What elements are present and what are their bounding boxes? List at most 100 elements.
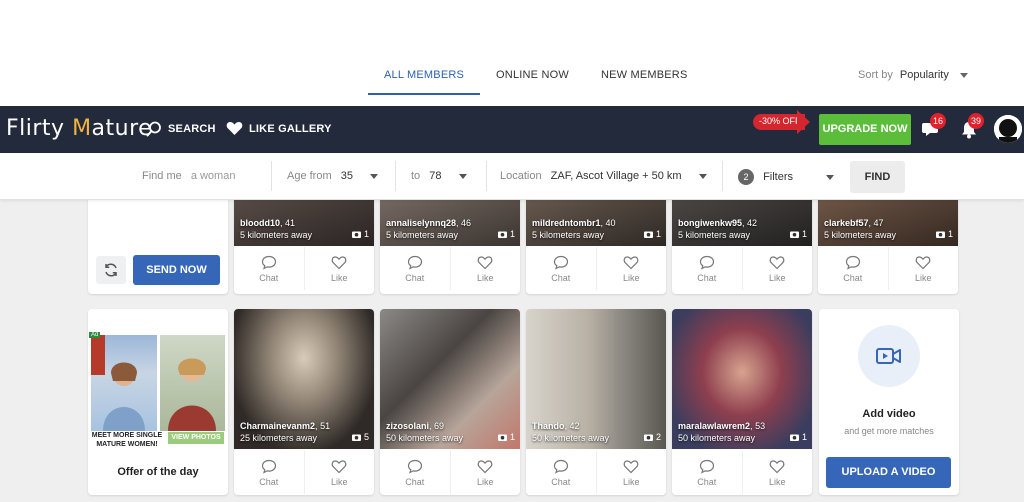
photo-count: 1 bbox=[789, 229, 807, 239]
camera-icon bbox=[643, 434, 653, 441]
chevron-down-icon bbox=[370, 173, 379, 179]
photo-count: 1 bbox=[643, 229, 661, 239]
logo[interactable]: Flirty Mature bbox=[6, 116, 152, 141]
woman-photo-icon bbox=[91, 335, 145, 431]
add-video-title: Add video bbox=[862, 408, 916, 420]
upgrade-now-button[interactable]: UPGRADE NOW bbox=[819, 114, 911, 145]
avatar[interactable] bbox=[994, 115, 1022, 143]
find-button[interactable]: FIND bbox=[850, 161, 905, 193]
like-button[interactable]: Like bbox=[303, 247, 375, 290]
tab-online-now[interactable]: ONLINE NOW bbox=[480, 60, 585, 95]
heart-outline-icon bbox=[623, 459, 639, 473]
location-select[interactable]: Location ZAF, Ascot Village + 50 km bbox=[500, 170, 707, 182]
photo-count: 2 bbox=[643, 432, 661, 442]
filter-divider bbox=[722, 161, 723, 191]
card-actions: Chat Like bbox=[818, 247, 958, 290]
member-tabs: ALL MEMBERS ONLINE NOW NEW MEMBERS bbox=[368, 60, 704, 95]
view-photos-button[interactable]: VIEW PHOTOS bbox=[168, 432, 224, 444]
member-caption: clarkebf57, 47 5 kilometers away bbox=[824, 218, 897, 240]
member-caption: Thando, 42 50 kilometers away bbox=[532, 421, 610, 443]
discount-arrow-icon bbox=[797, 110, 810, 134]
filters-count-badge: 2 bbox=[738, 169, 754, 185]
camera-icon bbox=[935, 231, 945, 238]
member-card[interactable]: bloodd10, 41 5 kilometers away 1 Chat Lik… bbox=[234, 190, 374, 294]
sort-value: Popularity bbox=[899, 69, 949, 81]
age-from-select[interactable]: Age from 35 bbox=[287, 170, 379, 182]
refresh-button[interactable] bbox=[96, 256, 126, 284]
messages-count-badge: 16 bbox=[930, 113, 947, 129]
member-caption: annaliselynnq28, 46 5 kilometers away bbox=[386, 218, 472, 240]
like-button[interactable]: Like bbox=[449, 451, 521, 494]
like-button[interactable]: Like bbox=[741, 247, 813, 290]
tab-new-members[interactable]: NEW MEMBERS bbox=[585, 60, 704, 95]
chat-icon bbox=[699, 255, 714, 270]
card-actions: Chat Like bbox=[234, 247, 374, 290]
chat-icon bbox=[699, 459, 714, 474]
chat-button[interactable]: Chat bbox=[380, 247, 450, 290]
like-button[interactable]: Like bbox=[887, 247, 959, 290]
chat-button[interactable]: Chat bbox=[380, 451, 450, 494]
like-gallery-link[interactable]: LIKE GALLERY bbox=[226, 121, 332, 136]
like-button[interactable]: Like bbox=[741, 451, 813, 494]
camera-icon bbox=[643, 231, 653, 238]
chat-button[interactable]: Chat bbox=[672, 247, 742, 290]
offer-caption: MEET MORE SINGLE MATURE WOMEN! bbox=[91, 432, 163, 448]
woman-photo-icon bbox=[168, 358, 216, 431]
chat-button[interactable]: Chat bbox=[526, 451, 596, 494]
like-button[interactable]: Like bbox=[303, 451, 375, 494]
member-card[interactable]: Thando, 42 50 kilometers away 2 Chat Like bbox=[526, 309, 666, 495]
sort-dropdown[interactable]: Sort by Popularity bbox=[858, 69, 968, 81]
find-me-select[interactable]: Find me a woman bbox=[142, 170, 235, 182]
member-caption: bongiwenkw95, 42 5 kilometers away bbox=[678, 218, 758, 240]
chat-icon bbox=[407, 255, 422, 270]
ad-photo[interactable] bbox=[160, 335, 225, 431]
chevron-down-icon bbox=[458, 173, 467, 179]
chat-button[interactable]: Chat bbox=[672, 451, 742, 494]
like-gallery-label: LIKE GALLERY bbox=[249, 122, 332, 135]
camera-icon bbox=[497, 434, 507, 441]
chat-icon bbox=[407, 459, 422, 474]
filter-divider bbox=[271, 161, 272, 191]
age-to-select[interactable]: to 78 bbox=[411, 170, 467, 182]
heart-icon bbox=[226, 121, 243, 135]
user-silhouette-icon bbox=[994, 115, 1022, 143]
messages-button[interactable]: 16 bbox=[922, 113, 947, 144]
like-button[interactable]: Like bbox=[595, 247, 667, 290]
chat-icon bbox=[261, 255, 276, 270]
add-video-button[interactable] bbox=[858, 325, 920, 387]
card-actions: Chat Like bbox=[380, 247, 520, 290]
sort-label: Sort by bbox=[858, 69, 893, 81]
video-camera-icon bbox=[876, 348, 901, 364]
chat-button[interactable]: Chat bbox=[818, 247, 888, 290]
heart-outline-icon bbox=[331, 255, 347, 269]
search-link[interactable]: SEARCH bbox=[146, 121, 216, 137]
notifications-count-badge: 39 bbox=[968, 113, 985, 129]
camera-icon bbox=[351, 434, 361, 441]
member-card[interactable]: Charmainevanm2, 51 25 kilometers away 5 C… bbox=[234, 309, 374, 495]
send-now-button[interactable]: SEND NOW bbox=[133, 255, 220, 285]
member-card[interactable]: maralawlawrem2, 53 50 kilometers away 1 C… bbox=[672, 309, 812, 495]
notifications-button[interactable]: 39 bbox=[960, 113, 985, 144]
card-actions: Chat Like bbox=[672, 451, 812, 494]
find-me-label: Find me bbox=[142, 170, 182, 182]
ad-photo[interactable] bbox=[91, 335, 157, 431]
chat-button[interactable]: Chat bbox=[234, 247, 304, 290]
upload-video-button[interactable]: UPLOAD A VIDEO bbox=[826, 457, 951, 488]
refresh-icon bbox=[105, 263, 117, 277]
chat-icon bbox=[845, 255, 860, 270]
like-button[interactable]: Like bbox=[595, 451, 667, 494]
like-button[interactable]: Like bbox=[449, 247, 521, 290]
age-from-label: Age from bbox=[287, 170, 332, 182]
member-card[interactable]: bongiwenkw95, 42 5 kilometers away 1 Chat… bbox=[672, 190, 812, 294]
location-label: Location bbox=[500, 170, 542, 182]
chat-button[interactable]: Chat bbox=[234, 451, 304, 494]
tab-all-members[interactable]: ALL MEMBERS bbox=[368, 60, 481, 95]
member-card[interactable]: clarkebf57, 47 5 kilometers away 1 Chat L… bbox=[818, 190, 958, 294]
member-card[interactable]: zizosolani, 69 50 kilometers away 1 Chat … bbox=[380, 309, 520, 495]
filters-select[interactable]: 2 Filters bbox=[738, 169, 835, 185]
member-caption: bloodd10, 41 5 kilometers away bbox=[240, 218, 313, 240]
card-actions: Chat Like bbox=[234, 451, 374, 494]
member-card[interactable]: mildredntombr1, 40 5 kilometers away 1 Ch… bbox=[526, 190, 666, 294]
member-card[interactable]: annaliselynnq28, 46 5 kilometers away 1 C… bbox=[380, 190, 520, 294]
chat-button[interactable]: Chat bbox=[526, 247, 596, 290]
